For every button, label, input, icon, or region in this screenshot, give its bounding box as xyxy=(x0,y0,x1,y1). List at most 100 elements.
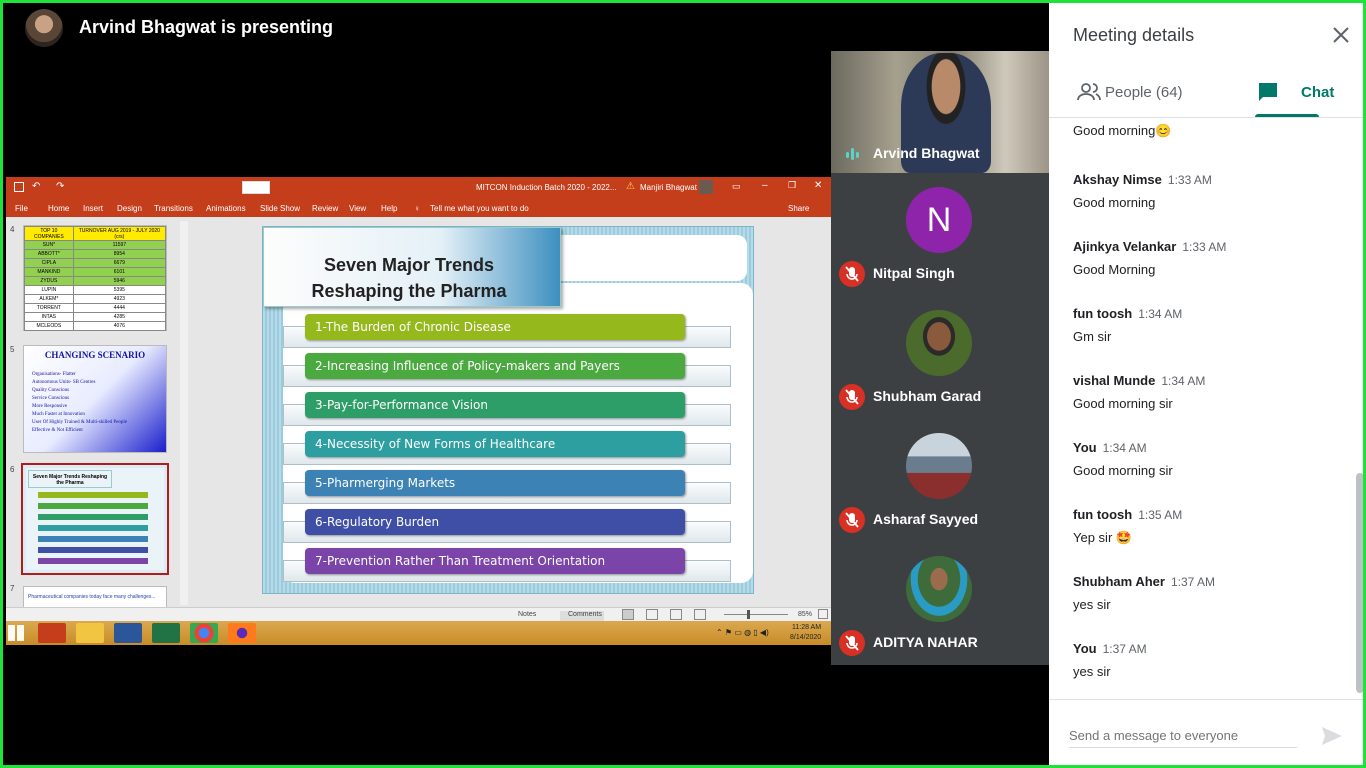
tab-review[interactable]: Review xyxy=(312,204,338,213)
message-text: Good morning sir xyxy=(1073,463,1173,478)
table-cell: 8954 xyxy=(72,249,167,259)
table-cell: 6101 xyxy=(72,267,167,277)
powerpoint-icon[interactable] xyxy=(38,623,66,643)
muted-mic-icon xyxy=(839,507,865,533)
table-cell: 5946 xyxy=(72,276,167,286)
tab-slide-show[interactable]: Slide Show xyxy=(260,204,300,213)
start-icon[interactable] xyxy=(8,625,24,641)
user-avatar[interactable] xyxy=(699,180,713,194)
thumb-bullet: Quality Conscious xyxy=(32,388,70,393)
zoom-handle[interactable] xyxy=(747,610,750,619)
presenter-video-tile[interactable]: Arvind Bhagwat xyxy=(831,51,1049,173)
chat-input[interactable] xyxy=(1069,724,1297,748)
thumb-number: 4 xyxy=(10,225,15,234)
normal-view-icon[interactable] xyxy=(622,609,634,620)
slide-title-line2: Reshaping the Pharma xyxy=(311,281,507,301)
share-button[interactable]: Share xyxy=(788,204,809,213)
minimize-icon[interactable]: – xyxy=(762,180,768,191)
redo-icon[interactable]: ↷ xyxy=(56,181,64,192)
participant-tile[interactable]: N Nitpal Singh xyxy=(831,173,1049,296)
chat-message: Good morning😊 xyxy=(1073,123,1353,139)
window-close-icon[interactable]: ✕ xyxy=(814,180,822,191)
table-cell: 4444 xyxy=(72,303,167,313)
slide-thumbnail-6-selected[interactable]: Seven Major Trends Reshaping the Pharma xyxy=(21,463,169,575)
participant-tile[interactable]: Asharaf Sayyed xyxy=(831,419,1049,542)
slide-thumbnail-4[interactable]: TOP 10 COMPANIES TURNOVER AUG 2019 - JULY… xyxy=(23,225,167,331)
thumb-bullet: Much Faster at Innovation xyxy=(32,412,85,417)
tab-chat[interactable]: Chat xyxy=(1255,73,1335,117)
slideshow-icon[interactable] xyxy=(694,609,706,620)
zoom-level[interactable]: 85% xyxy=(798,611,812,618)
thumbnail-scrollbar[interactable] xyxy=(180,221,188,605)
tab-home[interactable]: Home xyxy=(48,204,69,213)
fit-slide-icon[interactable] xyxy=(818,609,828,619)
send-icon[interactable] xyxy=(1321,726,1343,746)
trend-item-2: 2-Increasing Influence of Policy-makers … xyxy=(305,353,685,379)
ppt-ribbon-tabs: File Home Insert Design Transitions Anim… xyxy=(6,199,831,217)
current-slide[interactable]: Seven Major Trends Reshaping the Pharma … xyxy=(262,226,754,594)
thumb-bullet: Effective & Not Efficient xyxy=(32,428,83,433)
chat-message: fun toosh 1:34 AM Gm sir xyxy=(1073,305,1353,344)
table-cell: TORRENT xyxy=(24,303,74,313)
message-text: Yep sir 🤩 xyxy=(1073,530,1133,545)
message-text: Good morning😊 xyxy=(1073,123,1172,138)
message-time: 1:33 AM xyxy=(1167,173,1212,187)
tab-insert[interactable]: Insert xyxy=(83,204,103,213)
table-cell: 4923 xyxy=(72,294,167,304)
table-cell: CIPLA xyxy=(24,258,74,268)
muted-mic-icon xyxy=(839,630,865,656)
notes-button[interactable]: Notes xyxy=(518,611,536,618)
tab-animations[interactable]: Animations xyxy=(206,204,246,213)
table-cell: ZYDUS xyxy=(24,276,74,286)
font-size-box[interactable] xyxy=(242,181,270,194)
ribbon-display-icon[interactable]: ▭ xyxy=(732,181,741,192)
chat-message-list[interactable]: Good morning😊 Akshay Nimse 1:33 AM Good m… xyxy=(1049,118,1363,698)
tab-design[interactable]: Design xyxy=(117,204,142,213)
tab-view[interactable]: View xyxy=(349,204,366,213)
slide-thumbnail-5[interactable]: CHANGING SCENARIO Organisations- Flatter… xyxy=(23,345,167,453)
zoom-slider[interactable] xyxy=(724,614,788,615)
participant-tile[interactable]: Shubham Garad xyxy=(831,296,1049,419)
comments-button[interactable]: Comments xyxy=(568,611,602,618)
slide-thumbnail-7[interactable]: Pharmaceutical companies today face many… xyxy=(23,586,167,607)
reading-view-icon[interactable] xyxy=(670,609,682,620)
excel-icon[interactable] xyxy=(152,623,180,643)
file-explorer-icon[interactable] xyxy=(76,623,104,643)
trend-item-7: 7-Prevention Rather Than Treatment Orien… xyxy=(305,548,685,574)
word-icon[interactable] xyxy=(114,623,142,643)
slide-thumbnail-pane: 4 TOP 10 COMPANIES TURNOVER AUG 2019 - JU… xyxy=(6,217,194,607)
thumb-number: 5 xyxy=(10,345,15,354)
participant-tile[interactable]: ADITYA NAHAR xyxy=(831,542,1049,665)
message-sender: vishal Munde xyxy=(1073,373,1156,388)
tab-help[interactable]: Help xyxy=(381,204,397,213)
message-text: Gm sir xyxy=(1073,329,1112,344)
tab-file[interactable]: File xyxy=(15,204,28,213)
slide-top-panel xyxy=(533,235,747,281)
table-cell: MANKIND xyxy=(24,267,74,277)
tray-icons[interactable]: ⌃ ⚑ ▭ ◍ ▯ ◀) xyxy=(716,628,769,637)
undo-icon[interactable]: ↶ xyxy=(32,181,40,192)
participant-name: ADITYA NAHAR xyxy=(873,634,978,650)
save-icon[interactable] xyxy=(14,182,24,192)
tab-transitions[interactable]: Transitions xyxy=(154,204,193,213)
firefox-icon[interactable] xyxy=(228,623,256,643)
chat-scrollbar[interactable] xyxy=(1356,473,1363,693)
close-icon[interactable] xyxy=(1331,25,1351,45)
thumb-trend xyxy=(38,503,148,509)
slide-sorter-icon[interactable] xyxy=(646,609,658,620)
chat-composer xyxy=(1049,699,1363,765)
message-time: 1:37 AM xyxy=(1170,575,1216,589)
restore-icon[interactable]: ❐ xyxy=(788,180,796,191)
chat-message: fun toosh 1:35 AM Yep sir 🤩 xyxy=(1073,506,1353,546)
thumb-bullet: More Responsive xyxy=(32,404,68,409)
table-cell: 5395 xyxy=(72,285,167,295)
thumb-title: CHANGING SCENARIO xyxy=(44,350,146,360)
lightbulb-icon: ♀ xyxy=(414,204,420,213)
chrome-icon[interactable] xyxy=(190,623,218,643)
tab-people[interactable]: People (64) xyxy=(1073,73,1223,117)
thumb-title: Seven Major Trends Reshaping the Pharma xyxy=(28,470,112,488)
table-cell: ALKEM* xyxy=(24,294,74,304)
tell-me-input[interactable]: Tell me what you want to do xyxy=(430,204,529,213)
panel-title: Meeting details xyxy=(1073,25,1195,45)
table-cell: MCLEODS xyxy=(24,321,74,331)
